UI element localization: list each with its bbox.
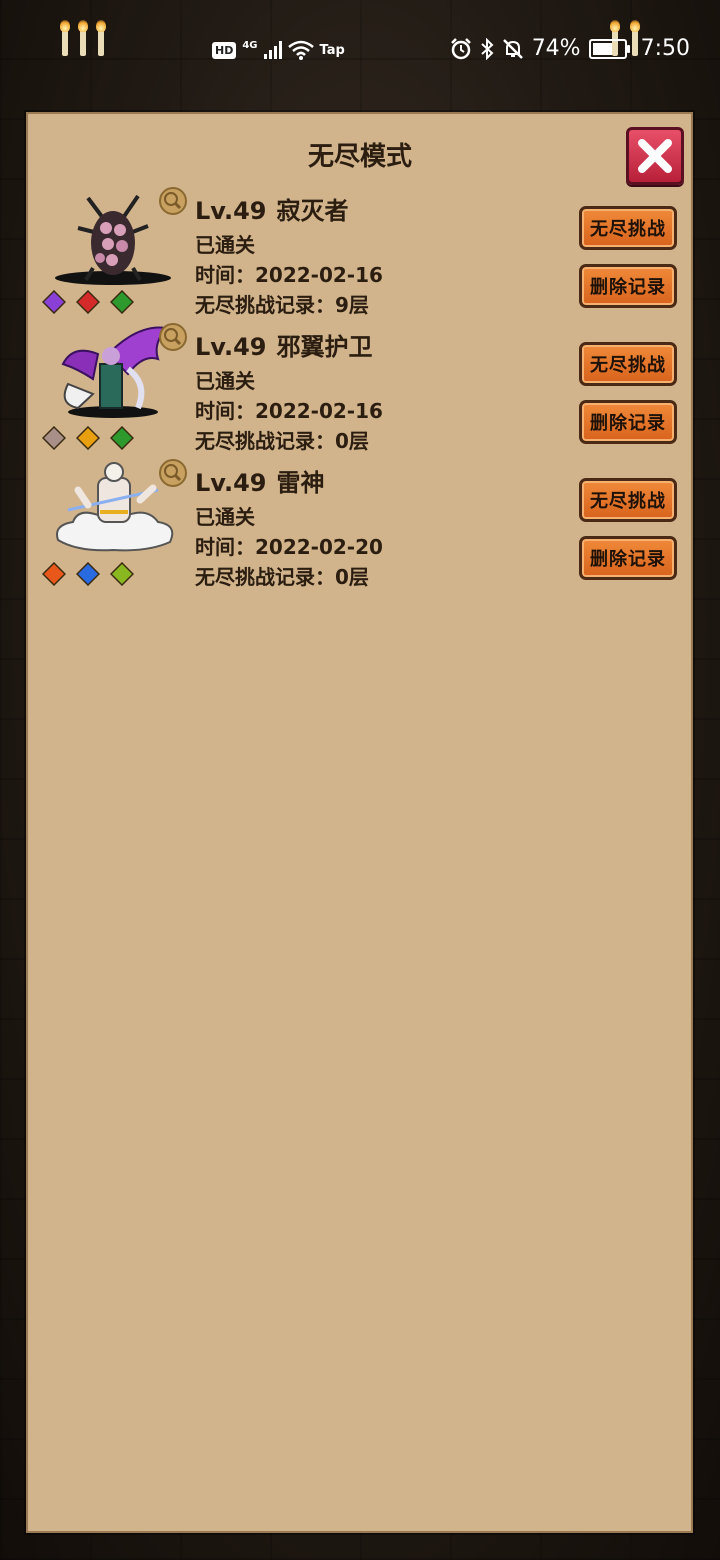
delete-record-button[interactable]: 删除记录	[579, 536, 677, 580]
gem-icon	[110, 562, 134, 586]
endless-challenge-button[interactable]: 无尽挑战	[579, 478, 677, 522]
record-time: 2022-02-16	[255, 399, 383, 423]
gem-icon	[42, 290, 66, 314]
signal-icon	[263, 41, 282, 59]
gem-icon	[110, 290, 134, 314]
gem-icon	[42, 426, 66, 450]
gem-icon	[110, 426, 134, 450]
wifi-label: Tap	[319, 42, 345, 58]
network-type: 4G	[242, 39, 258, 51]
gem-icon	[42, 562, 66, 586]
record-name: 邪翼护卫	[276, 333, 373, 361]
close-icon	[638, 139, 672, 173]
gem-row	[42, 562, 134, 586]
record-name: 寂灭者	[276, 197, 349, 225]
close-button[interactable]	[626, 127, 684, 185]
record-time-label: 时间：	[195, 399, 255, 423]
record-item: Lv.49 邪翼护卫 已通关 时间： 2022-02-16 无尽挑战记录： 0层 无尽…	[40, 323, 690, 468]
record-name: 雷神	[276, 469, 325, 497]
gem-icon	[76, 562, 100, 586]
alarm-icon	[450, 37, 471, 59]
endless-challenge-button[interactable]: 无尽挑战	[579, 206, 677, 250]
hd-badge: HD	[212, 41, 237, 59]
magnifier-icon[interactable]	[158, 322, 188, 352]
magnifier-icon[interactable]	[158, 458, 188, 488]
gem-icon	[76, 426, 100, 450]
gem-row	[42, 290, 134, 314]
dialog-title: 无尽模式	[307, 142, 412, 172]
record-time-label: 时间：	[195, 263, 255, 287]
bluetooth-icon	[481, 37, 494, 60]
record-best-label: 无尽挑战记录：	[195, 293, 335, 317]
delete-record-button[interactable]: 删除记录	[579, 264, 677, 308]
status-left: HD 4G Tap	[212, 40, 345, 60]
record-time: 2022-02-16	[255, 263, 383, 287]
endless-challenge-button[interactable]: 无尽挑战	[579, 342, 677, 386]
record-level: Lv.49	[195, 197, 267, 225]
battery-percent: 74%	[531, 36, 581, 61]
delete-record-button[interactable]: 删除记录	[579, 400, 677, 444]
mute-icon	[502, 38, 523, 59]
magnifier-icon[interactable]	[158, 186, 188, 216]
record-status: 已通关	[195, 505, 255, 529]
record-status: 已通关	[195, 233, 255, 257]
status-bar: HD 4G Tap 74% 7:50	[0, 0, 720, 104]
gem-icon	[76, 290, 100, 314]
record-status: 已通关	[195, 369, 255, 393]
record-info: Lv.49 邪翼护卫 已通关 时间： 2022-02-16 无尽挑战记录： 0层	[195, 332, 383, 456]
record-item: Lv.49 雷神 已通关 时间： 2022-02-20 无尽挑战记录： 0层 无尽挑战…	[40, 459, 690, 604]
clock: 7:50	[640, 36, 690, 61]
record-best: 9层	[335, 293, 369, 317]
record-time-label: 时间：	[195, 535, 255, 559]
status-right: 74% 7:50	[450, 36, 690, 61]
record-best-label: 无尽挑战记录：	[195, 429, 335, 453]
record-time: 2022-02-20	[255, 535, 383, 559]
gem-row	[42, 426, 134, 450]
record-best: 0层	[335, 565, 369, 589]
record-best-label: 无尽挑战记录：	[195, 565, 335, 589]
record-info: Lv.49 寂灭者 已通关 时间： 2022-02-16 无尽挑战记录： 9层	[195, 196, 383, 320]
record-item: Lv.49 寂灭者 已通关 时间： 2022-02-16 无尽挑战记录： 9层 无尽挑…	[40, 187, 690, 332]
record-info: Lv.49 雷神 已通关 时间： 2022-02-20 无尽挑战记录： 0层	[195, 468, 383, 592]
record-best: 0层	[335, 429, 369, 453]
record-level: Lv.49	[195, 469, 267, 497]
record-level: Lv.49	[195, 333, 267, 361]
wifi-icon	[287, 40, 314, 60]
battery-icon	[588, 38, 630, 59]
